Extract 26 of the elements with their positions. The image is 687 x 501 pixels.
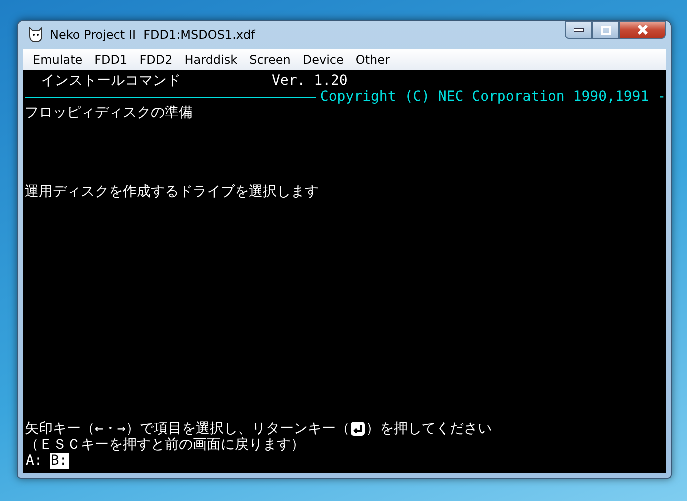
version-text: Ver. 1.20	[272, 73, 348, 89]
window-title: Neko Project II FDD1:MSDOS1.xdf	[50, 26, 256, 44]
instruction-text: ）を押してください	[366, 421, 492, 437]
message-text: 運用ディスクを作成するドライブを選択します	[25, 184, 319, 200]
menu-item[interactable]: Device	[296, 50, 350, 68]
program-title: インストールコマンド	[41, 73, 182, 89]
drive-option[interactable]: A:	[25, 453, 44, 469]
menu-item[interactable]: Other	[350, 50, 396, 68]
minimize-button[interactable]	[565, 21, 592, 39]
maximize-icon	[600, 26, 610, 34]
escape-hint: （ＥＳＣキーを押すと前の画面に戻ります）	[25, 437, 305, 453]
menu-item[interactable]: FDD1	[88, 50, 134, 68]
close-icon	[636, 25, 648, 35]
menu-item[interactable]: FDD2	[134, 50, 179, 68]
menu-item[interactable]: Emulate	[27, 50, 89, 68]
return-key-icon	[350, 421, 366, 437]
copyright-text: Copyright (C) NEC Corporation 1990,1991 -	[320, 89, 666, 105]
menu-item[interactable]: Screen	[244, 50, 297, 68]
instruction-text: 矢印キー（←・→）で項目を選択し、リターンキー（	[25, 421, 350, 437]
minimize-icon	[574, 28, 584, 32]
cat-icon	[28, 26, 44, 42]
menu-item[interactable]: Harddisk	[178, 50, 244, 68]
maximize-button[interactable]	[592, 21, 619, 39]
close-button[interactable]	[619, 21, 666, 39]
drive-option[interactable]: B:	[50, 453, 69, 469]
section-heading: フロッピィディスクの準備	[25, 105, 193, 121]
